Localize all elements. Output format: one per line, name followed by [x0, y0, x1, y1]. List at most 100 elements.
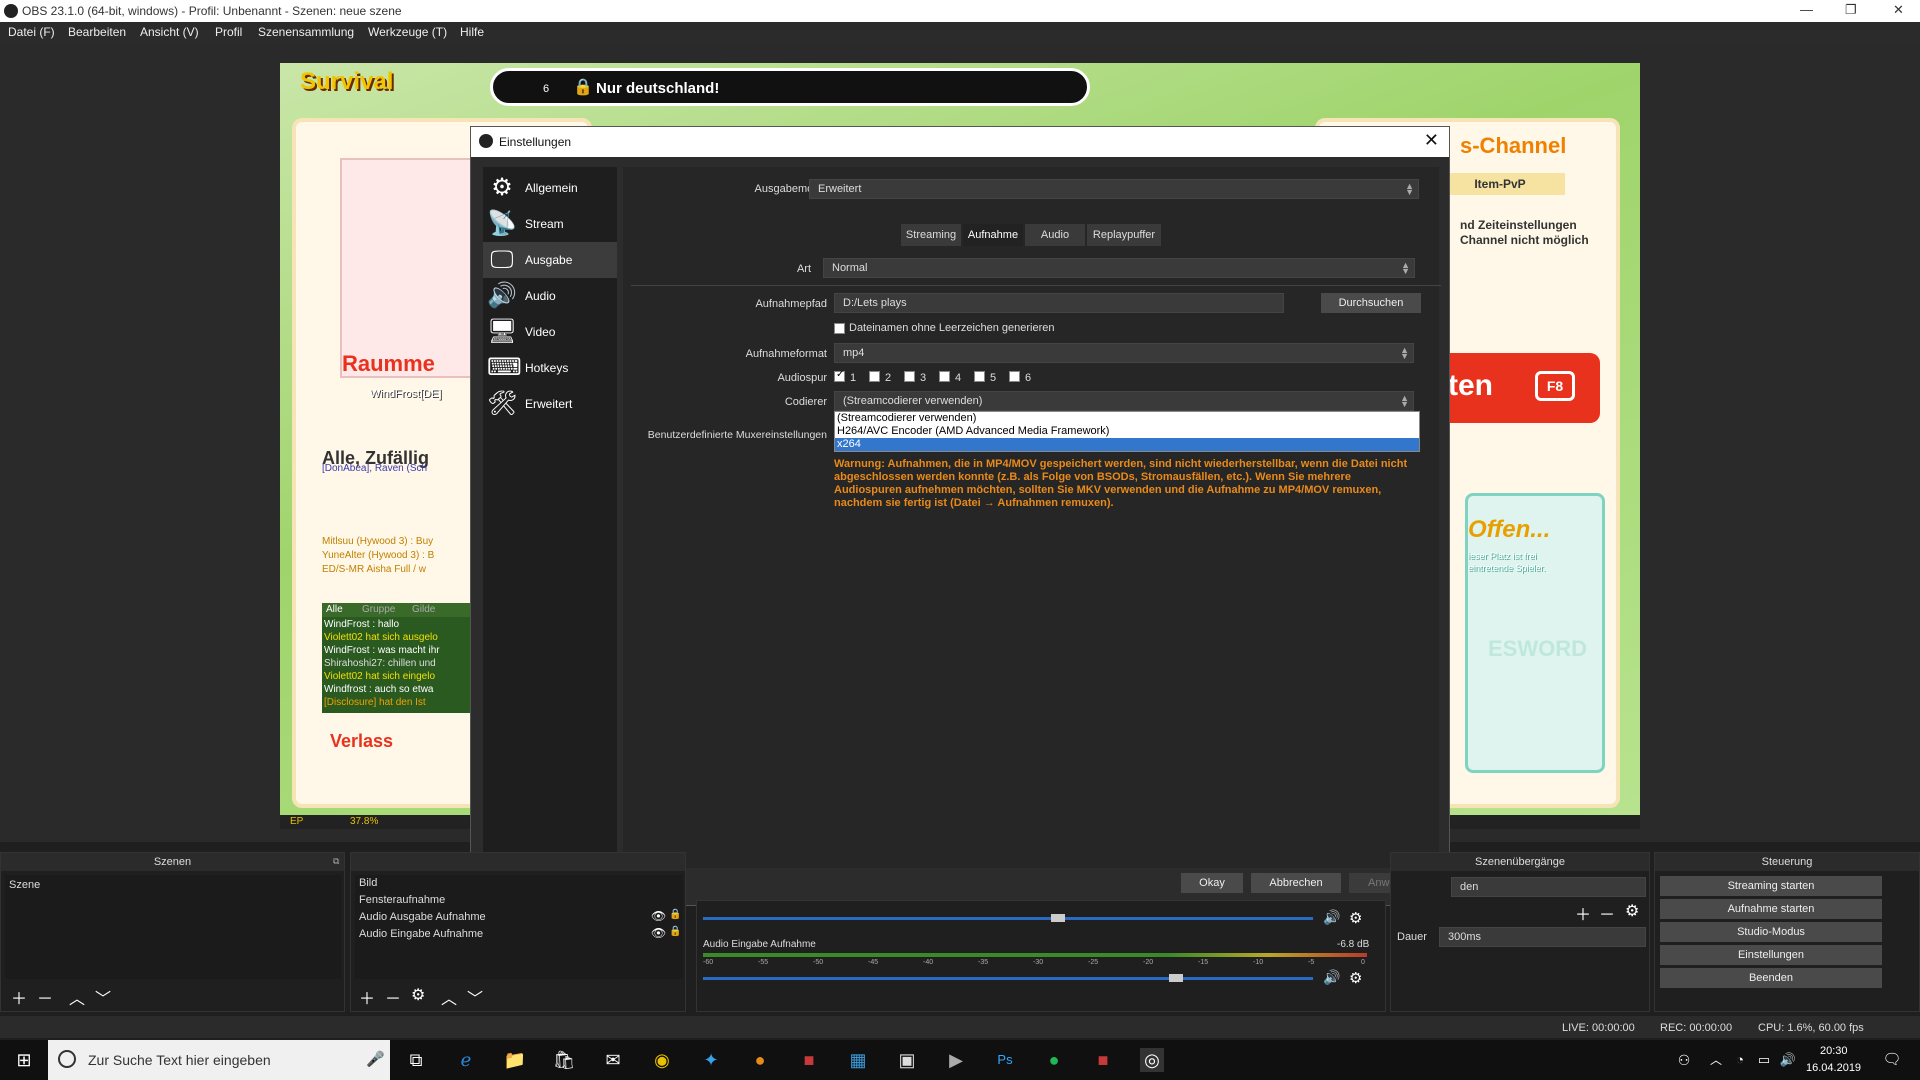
- gear-icon[interactable]: ⚙: [1625, 901, 1639, 921]
- minimize-button[interactable]: —: [1800, 2, 1813, 17]
- undock-icon[interactable]: ⧉: [333, 856, 339, 867]
- browse-button[interactable]: Durchsuchen: [1321, 293, 1421, 313]
- nav-allgemein[interactable]: ⚙ Allgemein: [483, 170, 617, 206]
- move-down-icon[interactable]: ﹀: [95, 985, 111, 1009]
- volume-knob[interactable]: [1051, 914, 1065, 922]
- menu-ansicht[interactable]: Ansicht (V): [140, 25, 199, 39]
- add-icon[interactable]: ＋: [1575, 901, 1591, 925]
- volume-knob[interactable]: [1169, 974, 1183, 982]
- lock-icon[interactable]: 🔒: [669, 909, 681, 920]
- tray-chevron-icon[interactable]: ︿: [1704, 1048, 1728, 1072]
- taskbar-search[interactable]: Zur Suche Text hier eingeben 🎤: [48, 1040, 390, 1080]
- menu-profil[interactable]: Profil: [215, 25, 242, 39]
- menu-hilfe[interactable]: Hilfe: [460, 25, 484, 39]
- source-item[interactable]: Bild: [359, 877, 377, 889]
- duration-input[interactable]: 300ms: [1439, 927, 1646, 947]
- clock-date[interactable]: 16.04.2019: [1806, 1062, 1861, 1074]
- sources-list[interactable]: Bild Fensteraufnahme Audio Ausgabe Aufna…: [355, 875, 683, 979]
- move-up-icon[interactable]: ︿: [69, 985, 85, 1009]
- edge-icon[interactable]: ℯ: [454, 1048, 478, 1072]
- nospace-checkbox[interactable]: [834, 323, 845, 334]
- menu-werkzeuge[interactable]: Werkzeuge (T): [368, 25, 447, 39]
- move-down-icon[interactable]: ﹀: [467, 985, 483, 1009]
- chrome-icon[interactable]: ◉: [650, 1048, 674, 1072]
- store-icon[interactable]: 🛍: [552, 1048, 576, 1072]
- transition-select[interactable]: den: [1451, 877, 1646, 897]
- app-icon[interactable]: ●: [748, 1048, 772, 1072]
- mail-icon[interactable]: ✉: [601, 1048, 625, 1072]
- gear-icon[interactable]: ⚙: [1349, 969, 1362, 987]
- game-icon[interactable]: ■: [1091, 1048, 1115, 1072]
- windows-start-icon[interactable]: ⊞: [12, 1048, 36, 1072]
- close-window-button[interactable]: ✕: [1893, 2, 1904, 18]
- app-icon[interactable]: ▣: [895, 1048, 919, 1072]
- app-icon[interactable]: ✦: [699, 1048, 723, 1072]
- eye-icon[interactable]: 👁: [651, 909, 666, 923]
- people-icon[interactable]: ⚇: [1672, 1048, 1696, 1072]
- network-icon[interactable]: ◔: [1728, 1048, 1752, 1072]
- input-volume-slider[interactable]: [703, 974, 1313, 982]
- gear-icon[interactable]: ⚙: [411, 985, 425, 1005]
- remove-icon[interactable]: －: [385, 985, 401, 1009]
- speaker-icon[interactable]: 🔊: [1323, 909, 1340, 926]
- game-icon[interactable]: ■: [797, 1048, 821, 1072]
- photoshop-icon[interactable]: Ps: [993, 1048, 1017, 1072]
- speaker-icon[interactable]: 🔊: [1323, 969, 1340, 986]
- encoder-option[interactable]: (Streamcodierer verwenden): [835, 412, 1419, 425]
- art-select[interactable]: Normal ▲ ▼: [823, 258, 1415, 278]
- clock-time[interactable]: 20:30: [1820, 1045, 1848, 1057]
- remove-icon[interactable]: －: [1599, 901, 1615, 925]
- track-checkbox-5[interactable]: [974, 371, 985, 382]
- start-streaming-button[interactable]: Streaming starten: [1660, 876, 1882, 896]
- track-checkbox-2[interactable]: [869, 371, 880, 382]
- nav-erweitert[interactable]: 🛠 Erweitert: [483, 386, 617, 422]
- volume-icon[interactable]: 🔊: [1776, 1048, 1800, 1072]
- add-icon[interactable]: ＋: [359, 985, 375, 1009]
- file-explorer-icon[interactable]: 📁: [503, 1048, 527, 1072]
- track-checkbox-3[interactable]: [904, 371, 915, 382]
- nav-video[interactable]: 🖥 Video: [483, 314, 617, 350]
- output-mode-select[interactable]: Erweitert ▲ ▼: [809, 179, 1419, 199]
- menu-datei[interactable]: Datei (F): [8, 25, 55, 39]
- source-item[interactable]: Fensteraufnahme: [359, 894, 445, 906]
- eye-icon[interactable]: 👁: [651, 926, 666, 940]
- start-recording-button[interactable]: Aufnahme starten: [1660, 899, 1882, 919]
- source-item[interactable]: Audio Ausgabe Aufnahme: [359, 911, 486, 923]
- studio-mode-button[interactable]: Studio-Modus: [1660, 922, 1882, 942]
- nav-audio[interactable]: 🔊 Audio: [483, 278, 617, 314]
- obs-taskbar-icon[interactable]: ◎: [1140, 1048, 1164, 1072]
- track-checkbox-4[interactable]: [939, 371, 950, 382]
- menu-bearbeiten[interactable]: Bearbeiten: [68, 25, 126, 39]
- tab-audio[interactable]: Audio: [1025, 224, 1085, 246]
- tab-replaypuffer[interactable]: Replaypuffer: [1087, 224, 1161, 246]
- track-checkbox-6[interactable]: [1009, 371, 1020, 382]
- tab-streaming[interactable]: Streaming: [901, 224, 961, 246]
- remove-icon[interactable]: －: [37, 985, 53, 1009]
- media-player-icon[interactable]: ▶: [944, 1048, 968, 1072]
- settings-button[interactable]: Einstellungen: [1660, 945, 1882, 965]
- scenes-list[interactable]: Szene: [5, 875, 341, 979]
- lock-icon[interactable]: 🔒: [669, 926, 681, 937]
- exit-button[interactable]: Beenden: [1660, 968, 1882, 988]
- scene-item[interactable]: Szene: [9, 879, 40, 891]
- app-icon[interactable]: ▦: [846, 1048, 870, 1072]
- microphone-icon[interactable]: 🎤: [366, 1050, 385, 1068]
- add-icon[interactable]: ＋: [11, 985, 27, 1009]
- ok-button[interactable]: Okay: [1181, 873, 1243, 893]
- source-item[interactable]: Audio Eingabe Aufnahme: [359, 928, 483, 940]
- gear-icon[interactable]: ⚙: [1349, 909, 1362, 927]
- dialog-close-button[interactable]: ✕: [1424, 130, 1439, 151]
- cancel-button[interactable]: Abbrechen: [1251, 873, 1341, 893]
- tab-aufnahme[interactable]: Aufnahme: [963, 224, 1023, 246]
- encoder-select[interactable]: (Streamcodierer verwenden) ▲ ▼: [834, 391, 1414, 411]
- path-input[interactable]: D:/Lets plays: [834, 293, 1284, 313]
- move-up-icon[interactable]: ︿: [441, 985, 457, 1009]
- track-checkbox-1[interactable]: [834, 369, 845, 382]
- format-select[interactable]: mp4 ▲ ▼: [834, 343, 1414, 363]
- task-view-icon[interactable]: ⧉: [404, 1048, 428, 1072]
- nav-ausgabe[interactable]: 🖵 Ausgabe: [483, 242, 617, 278]
- nav-stream[interactable]: 📡 Stream: [483, 206, 617, 242]
- notification-icon[interactable]: 🗨: [1880, 1048, 1904, 1072]
- menu-szenensammlung[interactable]: Szenensammlung: [258, 25, 354, 39]
- maximize-button[interactable]: ❐: [1845, 2, 1857, 18]
